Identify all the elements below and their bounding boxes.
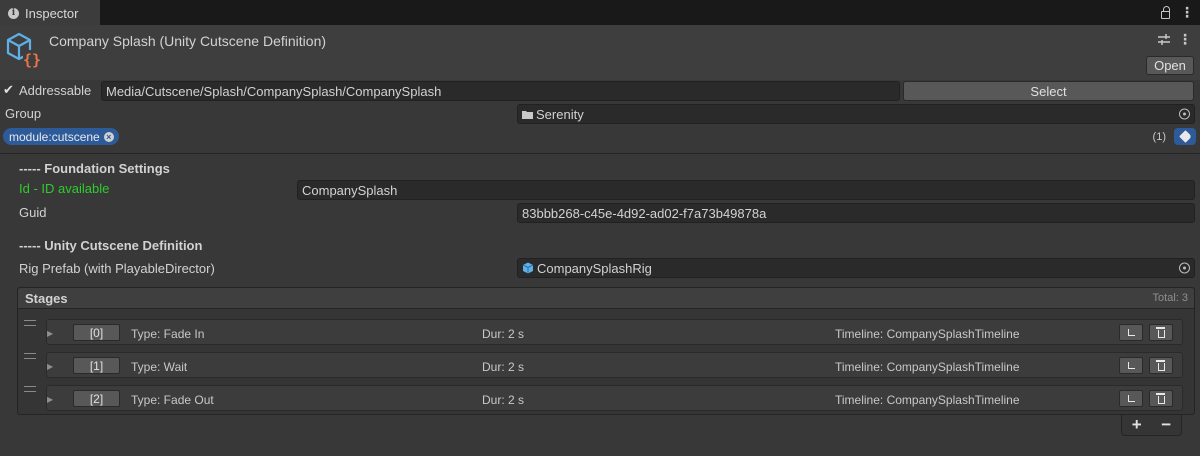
expand-arrow-icon[interactable]: ▶ xyxy=(47,362,53,371)
address-field[interactable]: Media/Cutscene/Splash/CompanySplash/Comp… xyxy=(101,81,900,101)
addressable-checkbox[interactable]: ✔ xyxy=(3,82,14,98)
trash-icon xyxy=(1156,360,1165,371)
stage-duration: Dur: 2 s xyxy=(482,327,525,341)
object-picker-icon[interactable] xyxy=(1179,262,1190,274)
guid-value: 83bbb268-c45e-4d92-ad02-f7a73b49878a xyxy=(522,205,767,221)
tab-inspector[interactable]: i Inspector xyxy=(0,0,100,26)
stage-type: Type: Fade Out xyxy=(131,393,214,407)
id-field[interactable]: CompanySplash xyxy=(297,180,1195,200)
edit-stage-button[interactable] xyxy=(1119,357,1143,374)
stage-index: [2] xyxy=(73,390,120,407)
stage-item[interactable]: ▶ [2] Type: Fade Out Dur: 2 s Timeline: … xyxy=(46,385,1183,411)
rig-prefab-field[interactable]: CompanySplashRig xyxy=(517,258,1195,278)
tag-icon xyxy=(1178,130,1192,143)
remove-label-icon[interactable]: × xyxy=(103,131,114,142)
labels-button[interactable] xyxy=(1174,128,1196,145)
tabbar-controls: ⋮ xyxy=(1161,5,1194,19)
inspector-header: {} Company Splash (Unity Cutscene Defini… xyxy=(0,25,1200,80)
list-add-remove: + − xyxy=(1121,415,1182,436)
delete-stage-button[interactable] xyxy=(1149,390,1173,407)
edit-icon xyxy=(1127,395,1135,402)
asset-title: Company Splash (Unity Cutscene Definitio… xyxy=(49,33,327,49)
group-label: Group xyxy=(5,106,42,121)
id-label: Id - ID available xyxy=(19,181,110,196)
guid-label: Guid xyxy=(19,205,47,220)
tab-label: Inspector xyxy=(25,5,79,21)
stage-index: [0] xyxy=(73,324,120,341)
stage-row: ▶ [1] Type: Wait Dur: 2 s Timeline: Comp… xyxy=(18,350,1194,380)
id-value: CompanySplash xyxy=(302,182,398,198)
lock-icon[interactable] xyxy=(1161,5,1170,19)
trash-icon xyxy=(1156,327,1165,338)
label-chip[interactable]: module:cutscene × xyxy=(3,128,119,145)
stage-duration: Dur: 2 s xyxy=(482,360,525,374)
folder-icon xyxy=(522,110,533,119)
remove-stage-button[interactable]: − xyxy=(1161,415,1171,435)
drag-handle-icon[interactable] xyxy=(24,353,36,359)
guid-field[interactable]: 83bbb268-c45e-4d92-ad02-f7a73b49878a xyxy=(517,203,1195,223)
label-chip-text: module:cutscene xyxy=(9,129,100,144)
info-icon: i xyxy=(8,7,19,19)
stage-type: Type: Wait xyxy=(131,360,188,374)
edit-icon xyxy=(1127,329,1135,336)
drag-handle-icon[interactable] xyxy=(24,386,36,392)
group-field[interactable]: Serenity xyxy=(517,104,1195,124)
stage-item[interactable]: ▶ [1] Type: Wait Dur: 2 s Timeline: Comp… xyxy=(46,352,1183,378)
drag-handle-icon[interactable] xyxy=(24,320,36,326)
stages-header[interactable]: Stages Total: 3 xyxy=(18,288,1194,309)
add-stage-button[interactable]: + xyxy=(1132,415,1142,435)
stage-row: ▶ [0] Type: Fade In Dur: 2 s Timeline: C… xyxy=(18,317,1194,347)
stage-row: ▶ [2] Type: Fade Out Dur: 2 s Timeline: … xyxy=(18,383,1194,413)
component-menu-icon[interactable]: ⋮ xyxy=(1178,32,1192,46)
group-value: Serenity xyxy=(536,106,584,122)
cutscene-definition-header: ----- Unity Cutscene Definition xyxy=(19,238,203,253)
edit-icon xyxy=(1127,362,1135,369)
object-picker-icon[interactable] xyxy=(1179,108,1190,120)
open-button[interactable]: Open xyxy=(1146,56,1194,75)
edit-stage-button[interactable] xyxy=(1119,390,1143,407)
label-count: (1) xyxy=(1152,131,1166,143)
stages-total: Total: 3 xyxy=(1152,292,1188,304)
addressable-row: ✔ Addressable Media/Cutscene/Splash/Comp… xyxy=(0,80,1200,102)
stages-title: Stages xyxy=(25,291,68,306)
address-value: Media/Cutscene/Splash/CompanySplash/Comp… xyxy=(106,83,442,99)
divider xyxy=(0,153,1200,154)
stage-item[interactable]: ▶ [0] Type: Fade In Dur: 2 s Timeline: C… xyxy=(46,319,1183,345)
stage-timeline: Timeline: CompanySplashTimeline xyxy=(835,360,1020,374)
stage-type: Type: Fade In xyxy=(131,327,205,341)
addressable-label: Addressable xyxy=(19,83,92,98)
prefab-icon xyxy=(522,262,534,274)
stage-index: [1] xyxy=(73,357,120,374)
window-tabbar: i Inspector ⋮ xyxy=(0,0,1200,26)
stage-timeline: Timeline: CompanySplashTimeline xyxy=(835,327,1020,341)
expand-arrow-icon[interactable]: ▶ xyxy=(47,395,53,404)
stage-duration: Dur: 2 s xyxy=(482,393,525,407)
trash-icon xyxy=(1156,393,1165,404)
presets-icon[interactable] xyxy=(1158,33,1170,45)
foundation-settings-header: ----- Foundation Settings xyxy=(19,161,170,176)
delete-stage-button[interactable] xyxy=(1149,324,1173,341)
edit-stage-button[interactable] xyxy=(1119,324,1143,341)
expand-arrow-icon[interactable]: ▶ xyxy=(47,329,53,338)
stages-list: Stages Total: 3 ▶ [0] Type: Fade In Dur:… xyxy=(17,287,1195,415)
rig-prefab-value: CompanySplashRig xyxy=(537,260,652,276)
stage-timeline: Timeline: CompanySplashTimeline xyxy=(835,393,1020,407)
cube-script-icon: {} xyxy=(6,32,41,69)
svg-text:{}: {} xyxy=(23,51,41,69)
delete-stage-button[interactable] xyxy=(1149,357,1173,374)
select-button[interactable]: Select xyxy=(903,81,1194,101)
window-menu-icon[interactable]: ⋮ xyxy=(1180,5,1194,19)
rig-prefab-label: Rig Prefab (with PlayableDirector) xyxy=(19,261,215,276)
header-controls: ⋮ xyxy=(1158,32,1192,46)
